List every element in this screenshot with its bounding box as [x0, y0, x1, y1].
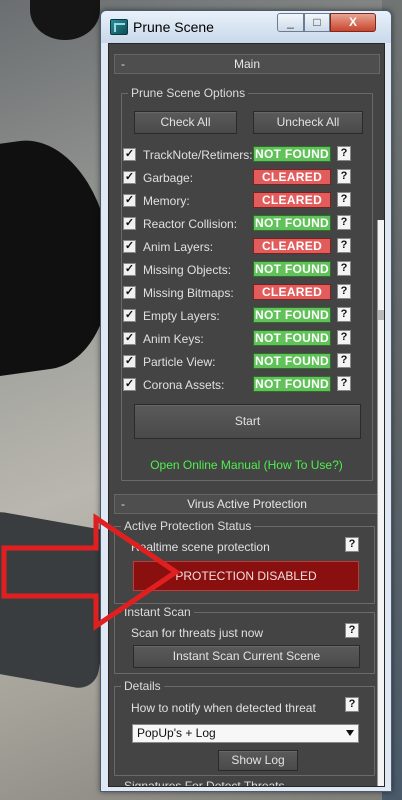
option-label: Garbage: — [143, 171, 194, 185]
protection-toggle-button[interactable]: PROTECTION DISABLED — [133, 561, 359, 591]
main-rollout-header[interactable]: - Main — [114, 54, 380, 74]
group-label: Details — [121, 679, 164, 693]
option-row: ✓ Reactor Collision: NOT FOUND ? — [123, 215, 363, 233]
anim-keys-checkbox[interactable]: ✓ — [123, 332, 136, 345]
help-button[interactable]: ? — [337, 376, 351, 391]
option-label: Corona Assets: — [143, 378, 225, 392]
status-badge: CLEARED — [253, 284, 331, 300]
instant-scan-button[interactable]: Instant Scan Current Scene — [133, 645, 360, 668]
online-manual-link[interactable]: Open Online Manual (How To Use?) — [109, 458, 384, 472]
empty-layers-checkbox[interactable]: ✓ — [123, 309, 136, 322]
memory-checkbox[interactable]: ✓ — [123, 194, 136, 207]
option-row: ✓ Memory: CLEARED ? — [123, 192, 363, 210]
option-label: Empty Layers: — [143, 309, 220, 323]
option-row: ✓ Missing Bitmaps: CLEARED ? — [123, 284, 363, 302]
help-button[interactable]: ? — [337, 307, 351, 322]
main-rollout-title: Main — [233, 57, 260, 71]
help-button[interactable]: ? — [337, 192, 351, 207]
garbage-checkbox[interactable]: ✓ — [123, 171, 136, 184]
maximize-button[interactable]: □ — [304, 13, 330, 32]
status-badge: NOT FOUND — [253, 261, 331, 277]
option-label: Missing Objects: — [143, 263, 232, 277]
option-row: ✓ Empty Layers: NOT FOUND ? — [123, 307, 363, 325]
option-label: TrackNote/Retimers: — [143, 148, 253, 162]
start-button[interactable]: Start — [134, 404, 361, 439]
missing-bitmaps-checkbox[interactable]: ✓ — [123, 286, 136, 299]
window-title: Prune Scene — [133, 19, 214, 35]
minimize-button[interactable]: _ — [277, 13, 304, 32]
help-button[interactable]: ? — [337, 284, 351, 299]
status-badge: NOT FOUND — [253, 307, 331, 323]
status-badge: NOT FOUND — [253, 330, 331, 346]
help-button[interactable]: ? — [337, 146, 351, 161]
reactor-collision-checkbox[interactable]: ✓ — [123, 217, 136, 230]
option-label: Particle View: — [143, 355, 216, 369]
prune-scene-window: Prune Scene _ □ X - Main Prune Scene Opt… — [100, 10, 392, 792]
help-button[interactable]: ? — [337, 353, 351, 368]
scrollbar[interactable] — [377, 220, 384, 786]
group-label: Active Protection Status — [121, 519, 255, 533]
option-row: ✓ Missing Objects: NOT FOUND ? — [123, 261, 363, 279]
help-button[interactable]: ? — [337, 238, 351, 253]
tracknote-checkbox[interactable]: ✓ — [123, 148, 136, 161]
option-label: Reactor Collision: — [143, 217, 238, 231]
dropdown-arrow-icon — [346, 730, 354, 736]
option-row: ✓ Anim Keys: NOT FOUND ? — [123, 330, 363, 348]
app-icon — [110, 19, 128, 35]
close-button[interactable]: X — [330, 13, 376, 32]
status-badge: NOT FOUND — [253, 353, 331, 369]
option-row: ✓ Anim Layers: CLEARED ? — [123, 238, 363, 256]
option-row: ✓ Corona Assets: NOT FOUND ? — [123, 376, 363, 394]
anim-layers-checkbox[interactable]: ✓ — [123, 240, 136, 253]
option-row: ✓ Particle View: NOT FOUND ? — [123, 353, 363, 371]
background-shape — [30, 0, 100, 40]
collapse-icon: - — [121, 497, 125, 511]
collapse-icon: - — [121, 57, 125, 71]
status-badge: NOT FOUND — [253, 215, 331, 231]
notify-mode-value: PopUp's + Log — [137, 726, 216, 740]
signatures-group: Signatures For Detect Threats — [121, 779, 288, 786]
virus-rollout-header[interactable]: - Virus Active Protection — [114, 494, 380, 514]
help-button[interactable]: ? — [337, 169, 351, 184]
help-button[interactable]: ? — [345, 697, 359, 712]
help-button[interactable]: ? — [345, 623, 359, 638]
option-row: ✓ Garbage: CLEARED ? — [123, 169, 363, 187]
corona-assets-checkbox[interactable]: ✓ — [123, 378, 136, 391]
status-badge: CLEARED — [253, 169, 331, 185]
option-label: Missing Bitmaps: — [143, 286, 234, 300]
status-badge: CLEARED — [253, 192, 331, 208]
option-label: Anim Layers: — [143, 240, 214, 254]
uncheck-all-button[interactable]: Uncheck All — [253, 111, 363, 134]
option-row: ✓ TrackNote/Retimers: NOT FOUND ? — [123, 146, 363, 164]
title-bar[interactable]: Prune Scene _ □ X — [101, 11, 391, 43]
notify-mode-select[interactable]: PopUp's + Log — [132, 724, 359, 743]
particle-view-checkbox[interactable]: ✓ — [123, 355, 136, 368]
option-label: Anim Keys: — [143, 332, 204, 346]
show-log-button[interactable]: Show Log — [218, 750, 298, 771]
realtime-protection-label: Realtime scene protection — [131, 540, 270, 554]
group-label: Prune Scene Options — [128, 86, 249, 100]
help-button[interactable]: ? — [345, 537, 359, 552]
help-button[interactable]: ? — [337, 215, 351, 230]
status-badge: NOT FOUND — [253, 146, 331, 162]
option-label: Memory: — [143, 194, 190, 208]
client-area: - Main Prune Scene Options Check All Unc… — [108, 43, 385, 787]
status-badge: CLEARED — [253, 238, 331, 254]
help-button[interactable]: ? — [337, 261, 351, 276]
missing-objects-checkbox[interactable]: ✓ — [123, 263, 136, 276]
notify-label: How to notify when detected threat — [131, 701, 316, 715]
virus-rollout-title: Virus Active Protection — [187, 497, 307, 511]
scan-label: Scan for threats just now — [131, 626, 264, 640]
group-label: Signatures For Detect Threats — [121, 779, 288, 786]
group-label: Instant Scan — [121, 605, 194, 619]
scroll-thumb[interactable] — [378, 310, 384, 320]
help-button[interactable]: ? — [337, 330, 351, 345]
check-all-button[interactable]: Check All — [134, 111, 237, 134]
status-badge: NOT FOUND — [253, 376, 331, 392]
